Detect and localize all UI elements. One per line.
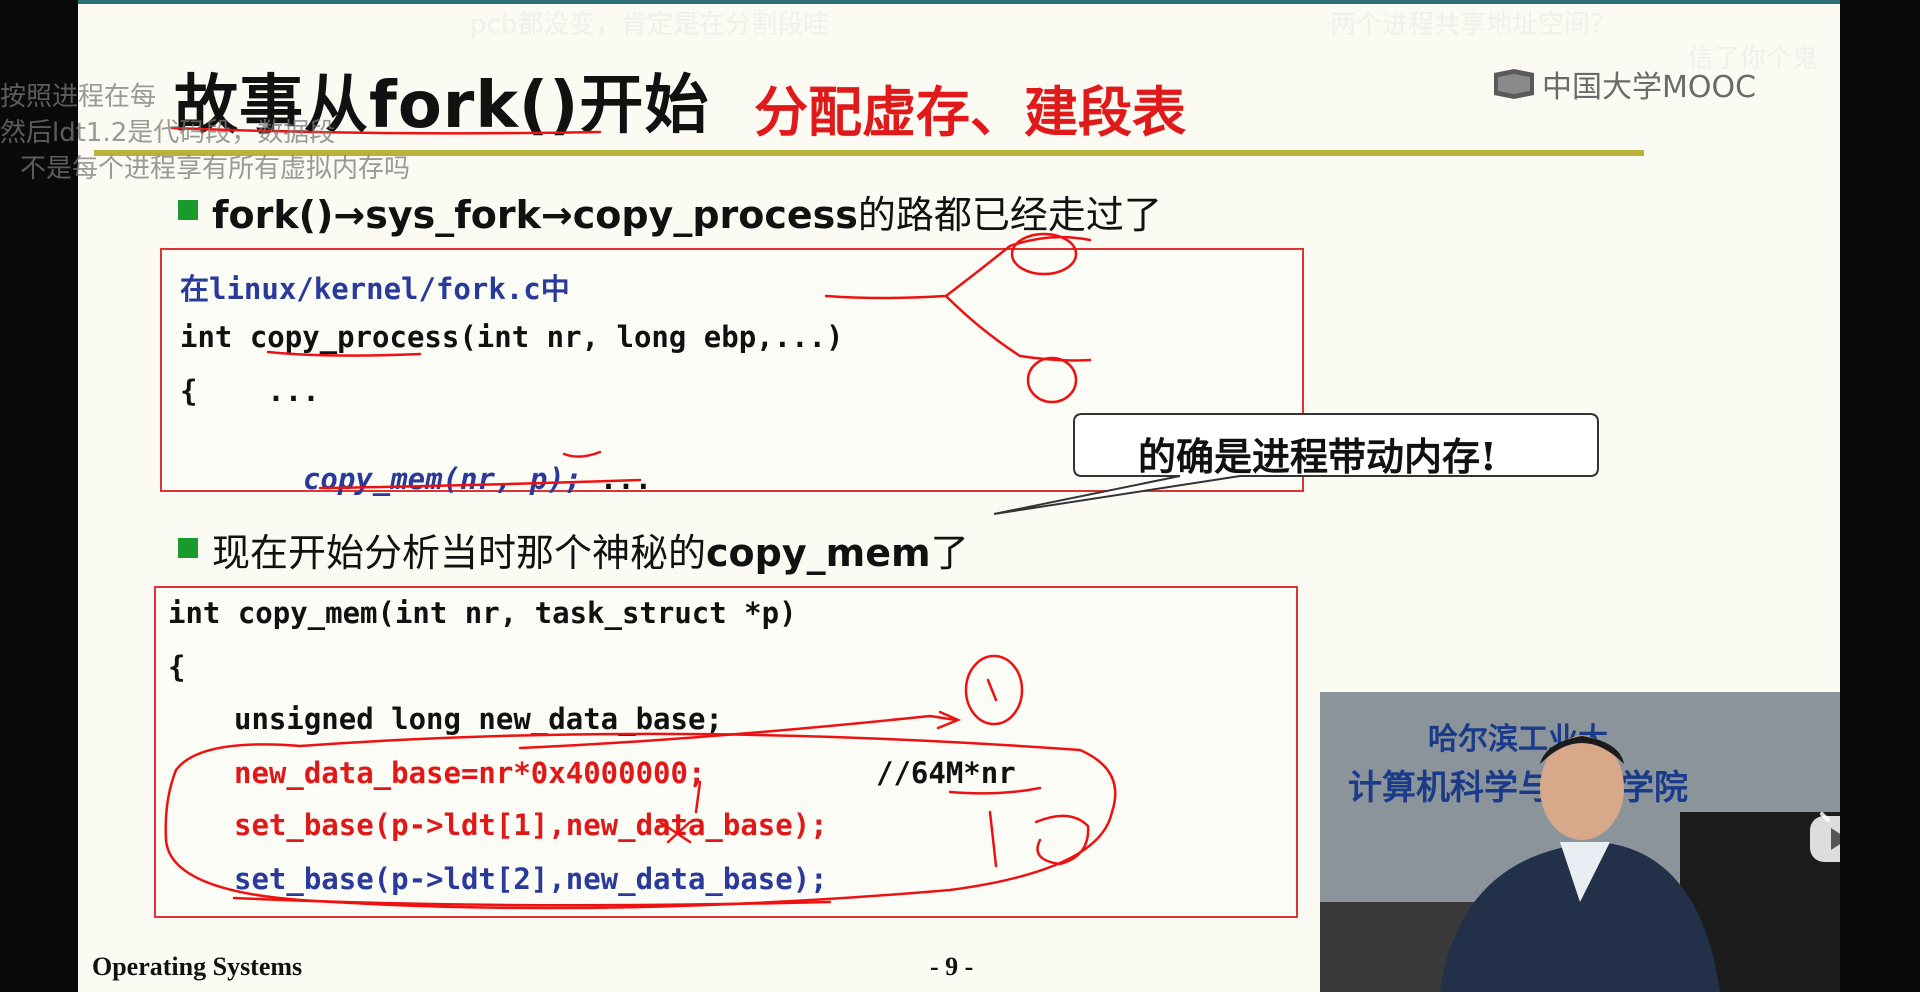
danmaku-comment: 然后ldt1.2是代码段，数据段: [0, 118, 336, 148]
lecturer-figure: [1440, 736, 1840, 992]
right-letterbox: [1840, 0, 1920, 992]
footer-course: Operating Systems: [92, 952, 303, 981]
danmaku-comment: 按照进程在每: [0, 82, 157, 112]
danmaku-comment: 信了你个鬼: [1688, 44, 1819, 74]
lecturer-video[interactable]: 哈尔滨工业大 计算机科学与技术学院: [1320, 692, 1840, 992]
footer-page-number: - 9 -: [930, 952, 974, 981]
danmaku-comment: 不是每个进程享有所有虚拟内存吗: [20, 154, 411, 184]
danmaku-comment: 两个进程共享地址空间？: [1330, 10, 1617, 40]
danmaku-comment: pcb都没变，肯定是在分割段哇: [470, 10, 830, 40]
